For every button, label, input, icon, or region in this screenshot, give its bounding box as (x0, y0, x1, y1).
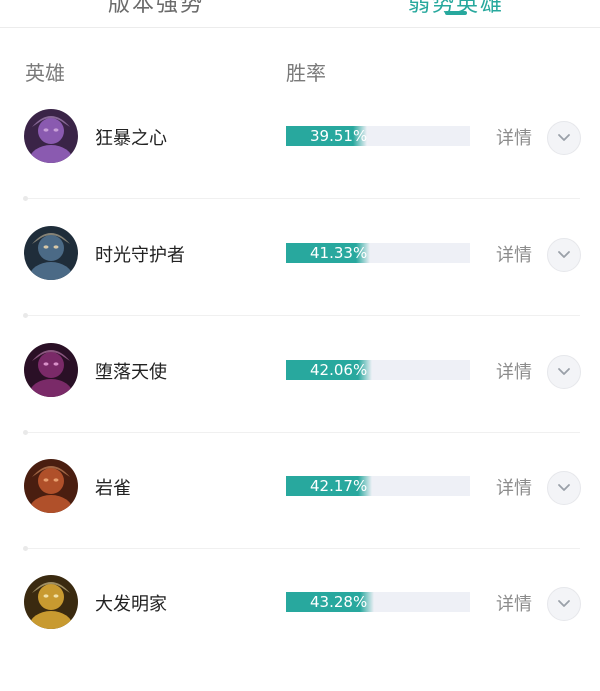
win-rate-value: 42.06% (310, 361, 368, 379)
tab-strong-heroes[interactable]: 版本强势 (108, 0, 204, 18)
detail-label[interactable]: 详情 (496, 590, 532, 616)
win-rate-bar: 42.06% (286, 360, 470, 380)
win-rate-value: 41.33% (310, 244, 368, 262)
hero-portrait (24, 343, 78, 397)
chevron-down-icon (558, 134, 570, 141)
win-rate-bar: 41.33% (286, 243, 470, 263)
chevron-down-icon (558, 251, 570, 258)
win-rate-bar: 39.51% (286, 126, 470, 146)
hero-portrait (24, 459, 78, 513)
column-header-hero: 英雄 (25, 61, 65, 85)
chevron-down-icon (558, 368, 570, 375)
hero-row[interactable]: 堕落天使 42.06% 详情 (0, 317, 600, 435)
win-rate-value: 43.28% (310, 593, 368, 611)
detail-label[interactable]: 详情 (496, 124, 532, 150)
win-rate-value: 42.17% (310, 477, 368, 495)
win-rate-bar: 43.28% (286, 592, 470, 612)
column-header-win-rate: 胜率 (286, 61, 326, 85)
hero-name: 狂暴之心 (95, 128, 167, 149)
tab-weak-heroes[interactable]: 弱势英雄 (408, 0, 504, 18)
expand-button[interactable] (547, 121, 581, 155)
hero-avatar (24, 575, 78, 629)
expand-button[interactable] (547, 238, 581, 272)
chevron-down-icon (558, 484, 570, 491)
hero-avatar (24, 109, 78, 163)
detail-label[interactable]: 详情 (496, 358, 532, 384)
tab-bar: 版本强势 弱势英雄 (0, 0, 600, 28)
hero-row[interactable]: 岩雀 42.17% 详情 (0, 433, 600, 551)
hero-portrait (24, 226, 78, 280)
hero-row[interactable]: 时光守护者 41.33% 详情 (0, 200, 600, 318)
expand-button[interactable] (547, 587, 581, 621)
hero-name: 时光守护者 (95, 245, 185, 266)
hero-avatar (24, 459, 78, 513)
hero-row[interactable]: 狂暴之心 39.51% 详情 (0, 83, 600, 201)
hero-portrait (24, 575, 78, 629)
hero-avatar (24, 343, 78, 397)
hero-avatar (24, 226, 78, 280)
detail-label[interactable]: 详情 (496, 241, 532, 267)
expand-button[interactable] (547, 355, 581, 389)
hero-name: 大发明家 (95, 594, 167, 615)
hero-name: 岩雀 (95, 478, 131, 499)
hero-row[interactable]: 大发明家 43.28% 详情 (0, 549, 600, 665)
chevron-down-icon (558, 600, 570, 607)
win-rate-value: 39.51% (310, 127, 368, 145)
active-tab-indicator (445, 11, 467, 15)
row-divider (25, 198, 580, 199)
expand-button[interactable] (547, 471, 581, 505)
win-rate-bar: 42.17% (286, 476, 470, 496)
hero-portrait (24, 109, 78, 163)
row-divider (25, 315, 580, 316)
detail-label[interactable]: 详情 (496, 474, 532, 500)
hero-name: 堕落天使 (95, 362, 167, 383)
